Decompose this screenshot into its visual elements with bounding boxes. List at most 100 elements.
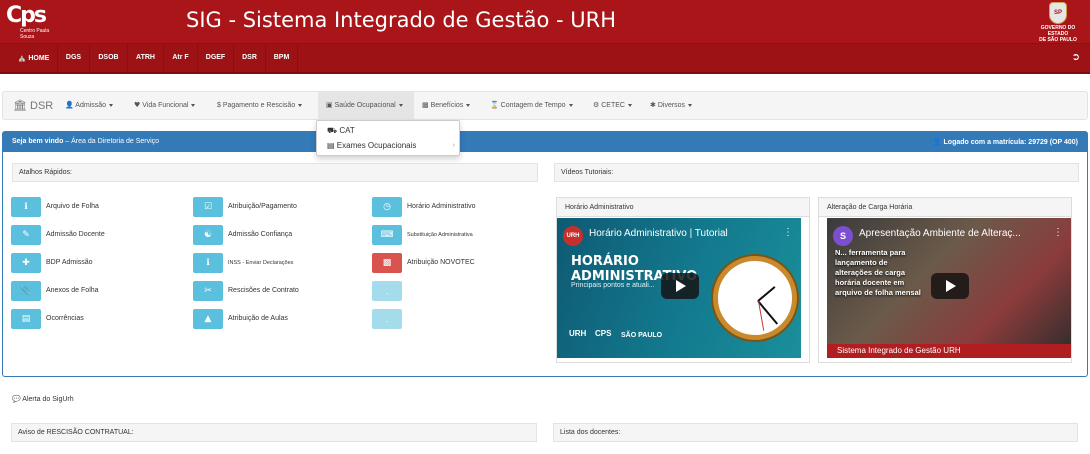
caret-down-icon	[627, 103, 632, 107]
logged-label: Logado com a matrícula: 29729 (OP 400)	[943, 139, 1078, 146]
menu-label-vida-funcional: Vida Funcional	[142, 102, 189, 109]
video-player-horario[interactable]: URH Horário Administrativo | Tutorial ⋮ …	[557, 218, 801, 358]
shortcut-label: Admissão Confiança	[228, 231, 293, 238]
bank-icon: 🏛	[13, 99, 27, 112]
hourglass-icon: ⌛	[490, 101, 499, 109]
shortcut-label: Atribuição/Pagamento	[228, 203, 297, 210]
menu-beneficios[interactable]: ▩ Benefícios	[422, 92, 471, 119]
comment-icon: 💬	[12, 395, 21, 403]
shortcut-label: Arquivo de Folha	[46, 203, 99, 210]
asterisk-icon: ✱	[650, 101, 656, 109]
logged-info: 👤 Logado com a matrícula: 29729 (OP 400)	[933, 132, 1078, 153]
caret-down-icon	[298, 103, 303, 107]
dropdown-label-cat: CAT	[339, 126, 355, 135]
shortcut-label: Ocorrências	[46, 315, 84, 322]
atalhos-header: Atalhos Rápidos:	[12, 163, 538, 182]
shortcut-label: INSS - Enviar Declarações	[228, 260, 294, 266]
more-options-icon[interactable]: ⋮	[1053, 227, 1063, 238]
menu-pagamento[interactable]: $ Pagamento e Rescisão	[217, 92, 303, 119]
play-icon[interactable]	[661, 273, 699, 299]
menu-admissao[interactable]: 👤 Admissão	[65, 92, 114, 119]
chevron-right-icon: ›	[452, 142, 455, 149]
cps-logo[interactable]: Cps Centro Paula Souza	[6, 4, 56, 41]
videos-header: Vídeos Tutoriais:	[554, 163, 1079, 182]
overlay-line: horária docente em	[835, 278, 905, 287]
app-header: Cps Centro Paula Souza SIG - Sistema Int…	[0, 0, 1090, 44]
caret-down-icon	[109, 103, 114, 107]
nav-item-home[interactable]: ⛪ HOME	[10, 44, 58, 72]
home-icon: ⛪	[17, 54, 27, 62]
nav-item-dgs[interactable]: DGS	[58, 44, 90, 72]
teacher-icon: ✎	[11, 225, 41, 245]
shortcut-label: Admissão Docente	[46, 231, 105, 238]
briefcase-icon: ▣	[326, 101, 333, 109]
nav-item-dsob[interactable]: DSOB	[90, 44, 128, 72]
urh-logo: URH	[569, 329, 587, 338]
add-user-icon: ✚	[11, 253, 41, 273]
add-user-icon: 👤	[65, 101, 74, 109]
video-subtitle: Principais pontos e atuali...	[571, 282, 655, 289]
brand-dsr[interactable]: 🏛 DSR	[13, 92, 53, 119]
paperclip-icon: 📎	[11, 281, 41, 301]
keyboard-icon: ⌨	[372, 225, 402, 245]
book-icon: ▩	[372, 253, 402, 273]
menu-contagem-tempo[interactable]: ⌛ Contagem de Tempo	[490, 92, 573, 119]
play-icon[interactable]	[931, 273, 969, 299]
channel-avatar: S	[833, 226, 853, 246]
caret-down-icon	[191, 103, 196, 107]
video-overlay-text: N... ferramenta para lançamento de alter…	[835, 248, 921, 298]
nav-item-atrh[interactable]: ATRH	[128, 44, 164, 72]
menu-vida-funcional[interactable]: ♥ Vida Funcional	[134, 92, 196, 119]
video-title: Horário Administrativo | Tutorial	[589, 228, 728, 239]
welcome-bold: Seja bem vindo	[12, 138, 64, 145]
dropdown-item-cat[interactable]: ⛟ CAT	[327, 124, 457, 138]
main-panel: Seja bem vindo – Área da Diretoria de Se…	[2, 131, 1088, 377]
globe-icon: ⚙	[593, 101, 600, 109]
overlay-line: alterações de carga	[835, 268, 906, 277]
menu-label-cetec: CETEC	[601, 102, 625, 109]
more-options-icon[interactable]: ⋮	[783, 227, 793, 238]
nav-item-atrf[interactable]: Atr F	[164, 44, 198, 72]
nav-item-dsr[interactable]: DSR	[234, 44, 266, 72]
menu-saude-ocupacional[interactable]: ▣ Saúde Ocupacional	[318, 92, 414, 119]
sao-paulo-logo: SÃO PAULO	[621, 332, 663, 339]
caret-down-icon	[688, 103, 693, 107]
menu-label-beneficios: Benefícios	[430, 102, 464, 109]
shortcut-label: Rescisões de Contrato	[228, 287, 299, 294]
shortcut-label: Horário Administrativo	[407, 203, 476, 210]
nav-item-bpm[interactable]: BPM	[266, 44, 298, 72]
menu-label-diversos: Diversos	[657, 102, 686, 109]
nav-item-dgef[interactable]: DGEF	[198, 44, 234, 72]
app-title: SIG - Sistema Integrado de Gestão - URH	[186, 8, 617, 32]
cps-logo-small: CPS	[595, 329, 612, 338]
heart-icon: ♥	[134, 101, 141, 109]
handshake-icon: ☯	[193, 225, 223, 245]
shortcut-label: Atribuição de Aulas	[228, 315, 288, 322]
dropdown-item-exames[interactable]: ▤ Exames Ocupacionais ›	[327, 139, 457, 153]
menu-label-pagamento: $ Pagamento e Rescisão	[217, 102, 296, 109]
overlay-line: lançamento de	[835, 258, 888, 267]
overlay-line: arquivo de folha mensal	[835, 288, 921, 297]
nav-label-home: HOME	[28, 55, 50, 62]
video-player-carga[interactable]: S Apresentação Ambiente de Alteraç... ⋮ …	[827, 218, 1071, 358]
alert-label: Alerta do SigUrh	[22, 396, 74, 403]
caret-down-icon	[398, 103, 403, 107]
government-logo: SP GOVERNO DO ESTADO DE SÃO PAULO	[1030, 2, 1086, 43]
empty-button: .	[372, 309, 402, 329]
info-icon: ℹ	[193, 253, 223, 273]
module-menubar: 🏛 DSR 👤 Admissão ♥ Vida Funcional $ Paga…	[2, 91, 1088, 120]
menu-cetec[interactable]: ⚙ CETEC	[593, 92, 632, 119]
alert-title: 💬 Alerta do SigUrh	[12, 395, 74, 403]
video-strip: Sistema Integrado de Gestão URH	[827, 344, 1071, 358]
video-card-horario: Horário Administrativo URH Horário Admin…	[556, 197, 810, 363]
logout-icon[interactable]: ➲	[1072, 52, 1080, 63]
shortcut-label: BDP Admissão	[46, 259, 93, 266]
menu-diversos[interactable]: ✱ Diversos	[650, 92, 693, 119]
graduation-cap-icon: ▲	[193, 309, 223, 329]
sp-seal-icon: SP	[1049, 2, 1067, 24]
overlay-line: N... ferramenta para	[835, 248, 906, 257]
dropdown-label-exames: Exames Ocupacionais	[336, 141, 417, 150]
video-card-title: Horário Administrativo	[557, 198, 809, 217]
checkbox-icon: ☑	[193, 197, 223, 217]
top-navbar: ⛪ HOME DGS DSOB ATRH Atr F DGEF DSR BPM …	[0, 44, 1090, 74]
